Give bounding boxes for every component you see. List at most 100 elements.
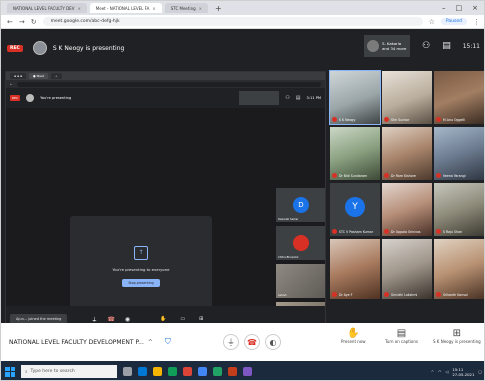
mic-button[interactable]: ⏚: [223, 334, 239, 350]
edge-icon[interactable]: [138, 367, 147, 376]
task-view-icon[interactable]: [123, 367, 132, 376]
menu-icon[interactable]: ⋮: [473, 18, 480, 26]
browser-tab-3[interactable]: STC Meeting ×: [164, 3, 209, 13]
tray-clock[interactable]: 15:11 27-05-2021: [452, 367, 474, 377]
mic-off-icon: [384, 292, 389, 297]
excel-icon[interactable]: [213, 367, 222, 376]
participant-tile[interactable]: S Raju Shan: [434, 183, 484, 236]
tray-date: 27-05-2021: [452, 371, 475, 377]
present-screen-icon: ↑: [134, 245, 148, 260]
participant-name: Veena Yarangi: [443, 173, 466, 178]
participant-tile[interactable]: Dr Ram Kishore: [382, 127, 432, 180]
participant-label: Dr Aye F: [332, 292, 352, 297]
mic-off-icon: [332, 173, 337, 178]
inner-back-icon: ←: [10, 82, 13, 86]
participant-label: S Raju Shan: [436, 229, 462, 234]
participant-tile[interactable]: Srikanth Kansal: [434, 239, 484, 299]
chat-icon[interactable]: ▤: [442, 41, 451, 51]
captions-button[interactable]: ▤ Turn on captions: [385, 328, 418, 344]
hangup-button[interactable]: ☎: [244, 334, 260, 350]
url-text: meet.google.com/abc-defg-hjk: [50, 19, 120, 24]
participant-name: Chitra Bhowmik: [278, 256, 299, 259]
participant-tile[interactable]: S K Neogy: [329, 70, 381, 125]
inner-participant-tile: Chitra Bhowmik: [276, 226, 325, 260]
browser-tab-2[interactable]: Meet - NATIONAL LEVEL FA ×: [89, 3, 162, 13]
screen: NATIONAL LEVEL FACULTY DEV × Meet - NATIO…: [0, 0, 485, 381]
participant-tile[interactable]: Shri Sunkor: [382, 71, 432, 124]
browser-tab-1[interactable]: NATIONAL LEVEL FACULTY DEV ×: [7, 3, 87, 13]
forward-icon[interactable]: →: [19, 18, 25, 26]
avatar: [26, 94, 35, 102]
presenting-button[interactable]: ⊞ S K Neogy is presenting: [433, 328, 481, 344]
inner-tab-active: ● Meet: [29, 73, 49, 79]
present-screen-icon: ⊞: [452, 328, 462, 339]
meeting-bottom-bar: NATIONAL LEVEL FACULTY DEVELOPMENT P... …: [1, 323, 484, 361]
meeting-name[interactable]: NATIONAL LEVEL FACULTY DEVELOPMENT P...: [9, 339, 144, 346]
avatar: [367, 40, 380, 52]
chevron-up-icon[interactable]: ^: [431, 369, 434, 374]
speaker-icon[interactable]: ◁: [445, 369, 448, 374]
self-view-label: S. Kakarla and 34 more: [382, 41, 406, 51]
mic-off-icon: [332, 292, 337, 297]
hand-icon: ✋: [347, 328, 360, 339]
profile-paused-button[interactable]: Paused: [440, 18, 467, 25]
close-icon[interactable]: ×: [77, 6, 80, 11]
chevron-up-icon[interactable]: ^: [148, 339, 153, 346]
start-icon[interactable]: [5, 366, 15, 377]
app-icon[interactable]: [243, 367, 252, 376]
tab-label: STC Meeting: [170, 5, 196, 11]
participant-tile[interactable]: Dr Uppala Srinivas: [382, 183, 432, 236]
participant-label: Srinidhi Lakshmi: [384, 292, 417, 297]
maximize-icon[interactable]: □: [456, 4, 463, 12]
url-field[interactable]: meet.google.com/abc-defg-hjk: [42, 17, 423, 26]
mic-icon: ⏚: [227, 337, 235, 347]
camera-button[interactable]: ◐: [265, 334, 281, 350]
new-tab-icon[interactable]: +: [211, 4, 226, 13]
inner-present: ⊞: [199, 316, 203, 322]
wifi-icon[interactable]: ◠: [438, 369, 441, 374]
mic-off-icon: [384, 117, 389, 122]
participant-tile[interactable]: Srinidhi Lakshmi: [382, 239, 432, 299]
inner-tab: ▪ ▪ ▪: [10, 73, 27, 79]
participant-tile[interactable]: Veena Yarangi: [434, 127, 484, 180]
word-icon[interactable]: [198, 367, 207, 376]
stop-presenting-button[interactable]: Stop presenting: [122, 278, 160, 287]
inner-tab: +: [51, 73, 62, 79]
inner-clock: 3:11 PM: [306, 96, 321, 100]
participant-name: Dr Bidi Sundaram: [339, 173, 368, 178]
window-close-icon[interactable]: ×: [472, 4, 478, 12]
inner-participant-tile: D Debarati Sarkar: [276, 188, 325, 222]
notification-icon[interactable]: ▢: [478, 369, 482, 374]
taskbar-search[interactable]: ⌕ Type here to search: [21, 365, 117, 378]
reload-icon[interactable]: ↻: [31, 18, 37, 26]
participant-label: Shri Sunkor: [384, 117, 409, 122]
back-icon[interactable]: ←: [7, 18, 13, 26]
recording-badge: REC: [7, 44, 23, 52]
self-view-tile[interactable]: S. Kakarla and 34 more: [364, 35, 411, 57]
close-icon[interactable]: ×: [152, 6, 155, 11]
minimize-icon[interactable]: –: [442, 4, 446, 12]
tab-label: Meet - NATIONAL LEVEL FA: [95, 5, 150, 11]
participant-tile[interactable]: Dr Aye F: [330, 239, 380, 299]
participant-label: Dr Bidi Sundaram: [332, 173, 367, 178]
star-icon[interactable]: ☆: [429, 18, 435, 26]
tab-label: NATIONAL LEVEL FACULTY DEV: [13, 5, 75, 11]
participant-label: S K Neogy: [332, 117, 355, 122]
participant-tile[interactable]: Dr Bidi Sundaram: [330, 127, 380, 180]
participant-tile[interactable]: Y STC V Pasham Kumar: [330, 183, 380, 236]
windows-taskbar: ⌕ Type here to search ^ ◠ ◁ 15:11 27-05-2…: [1, 361, 484, 380]
present-now-button[interactable]: ✋ Present now: [341, 328, 366, 344]
app-icon[interactable]: [168, 367, 177, 376]
file-explorer-icon[interactable]: [153, 367, 162, 376]
participant-name: Dr Ram Kishore: [391, 173, 416, 178]
shield-icon[interactable]: ⛉: [165, 337, 171, 347]
chrome-icon[interactable]: [183, 367, 192, 376]
participant-tile[interactable]: M Anu Oggelli: [434, 71, 484, 124]
participants-icon[interactable]: ⚇: [422, 41, 430, 51]
search-icon: ⌕: [25, 369, 28, 375]
participant-label: Dr Uppala Srinivas: [384, 229, 421, 234]
close-icon[interactable]: ×: [199, 6, 202, 11]
participant-name: Ashish: [278, 294, 287, 297]
search-placeholder: Type here to search: [30, 369, 75, 374]
powerpoint-icon[interactable]: [228, 367, 237, 376]
